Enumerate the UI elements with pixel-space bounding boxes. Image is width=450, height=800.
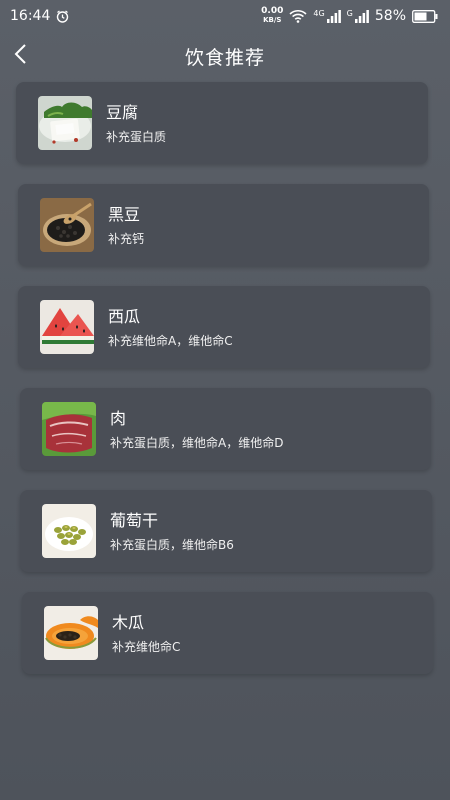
status-left: 16:44	[10, 8, 69, 24]
cell-signal-2-icon	[354, 9, 369, 23]
raisins-image	[42, 504, 96, 558]
status-right: 0.00 KB/S 4G G 58%	[261, 7, 438, 25]
food-name: 木瓜	[112, 612, 145, 632]
food-card-watermelon[interactable]: 西瓜 补充维他命A，维他命C	[18, 286, 430, 368]
food-desc: 补充钙	[108, 231, 145, 246]
chevron-left-icon	[13, 43, 27, 69]
food-card-raisins[interactable]: 葡萄干 补充蛋白质，维他命B6	[20, 490, 432, 572]
alarm-clock-icon	[56, 9, 69, 23]
net-speed-unit: KB/S	[263, 16, 282, 24]
battery-icon	[412, 9, 438, 23]
food-desc: 补充蛋白质	[106, 129, 167, 144]
status-bar: 16:44 0.00 KB/S 4G G 58%	[0, 0, 450, 32]
signal-label-4g: 4G	[313, 8, 325, 18]
back-button[interactable]	[4, 40, 36, 72]
papaya-image	[44, 606, 98, 660]
net-speed-value: 0.00	[261, 6, 284, 16]
food-name: 肉	[110, 408, 127, 428]
wifi-icon	[289, 9, 307, 23]
meat-image	[42, 402, 96, 456]
watermelon-image	[40, 300, 94, 354]
status-time: 16:44	[10, 8, 51, 24]
network-speed: 0.00 KB/S	[261, 7, 283, 25]
cell-signal-icon	[326, 9, 341, 23]
food-text: 黑豆 补充钙	[108, 204, 144, 247]
food-card-meat[interactable]: 肉 补充蛋白质，维他命A，维他命D	[20, 388, 431, 470]
black-beans-image	[40, 198, 94, 252]
food-desc: 补充维他命A，维他命C	[108, 333, 233, 348]
food-name: 豆腐	[106, 102, 139, 122]
food-name: 黑豆	[108, 204, 141, 224]
food-text: 葡萄干 补充蛋白质，维他命B6	[110, 510, 234, 553]
header: 饮食推荐	[0, 36, 450, 76]
food-desc: 补充蛋白质，维他命B6	[110, 537, 234, 552]
food-desc: 补充维他命C	[112, 639, 181, 654]
food-text: 豆腐 补充蛋白质	[106, 102, 166, 145]
tofu-image	[38, 96, 92, 150]
battery-percent: 58%	[374, 8, 406, 24]
signal-label-g: G	[346, 8, 353, 18]
food-card-papaya[interactable]: 木瓜 补充维他命C	[22, 592, 433, 674]
food-text: 肉 补充蛋白质，维他命A，维他命D	[110, 408, 283, 451]
food-name: 葡萄干	[110, 510, 159, 530]
food-text: 西瓜 补充维他命A，维他命C	[108, 306, 233, 349]
food-card-black-beans[interactable]: 黑豆 补充钙	[18, 184, 429, 266]
food-text: 木瓜 补充维他命C	[112, 612, 180, 655]
food-name: 西瓜	[108, 306, 141, 326]
food-card-tofu[interactable]: 豆腐 补充蛋白质	[16, 82, 428, 164]
page-title: 饮食推荐	[184, 46, 265, 69]
food-desc: 补充蛋白质，维他命A，维他命D	[110, 435, 284, 450]
